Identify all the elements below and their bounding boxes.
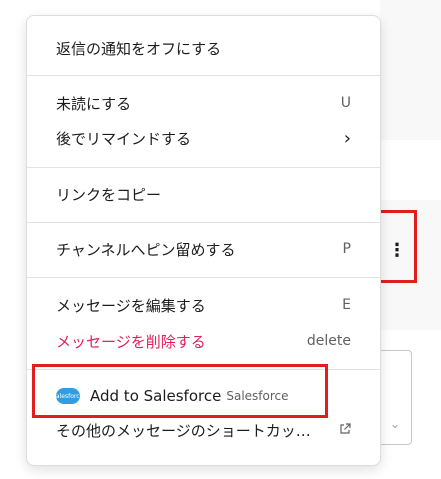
- menu-item-delete-message[interactable]: メッセージを削除する delete: [27, 326, 380, 356]
- menu-item-label: メッセージを削除する: [56, 332, 206, 351]
- shortcut-key: U: [340, 95, 351, 111]
- menu-divider: [27, 167, 380, 168]
- chevron-down-icon[interactable]: ⌄: [390, 417, 400, 431]
- shortcut-key: E: [342, 297, 351, 313]
- shortcut-key: P: [342, 241, 351, 257]
- menu-divider: [27, 222, 380, 223]
- shortcut-key: delete: [306, 333, 351, 349]
- highlight-box-more-actions: [377, 210, 417, 283]
- menu-item-label: メッセージを編集する: [56, 296, 206, 315]
- external-link-icon: [339, 422, 351, 438]
- background-panel-top: [380, 0, 441, 140]
- menu-item-label: 後でリマインドする: [56, 129, 192, 148]
- menu-item-remind-later[interactable]: 後でリマインドする ›: [27, 123, 380, 153]
- menu-item-copy-link[interactable]: リンクをコピー: [27, 179, 380, 209]
- menu-item-label: 未読にする: [56, 94, 132, 113]
- menu-divider: [27, 277, 380, 278]
- menu-item-label: リンクをコピー: [56, 185, 162, 204]
- menu-item-more-message-shortcuts[interactable]: その他のメッセージのショートカッ…: [27, 415, 380, 445]
- menu-item-label: チャンネルへピン留めする: [56, 240, 236, 259]
- menu-item-mark-unread[interactable]: 未読にする U: [27, 88, 380, 118]
- menu-item-label: 返信の通知をオフにする: [56, 39, 222, 58]
- menu-divider: [27, 75, 380, 76]
- menu-item-edit-message[interactable]: メッセージを編集する E: [27, 290, 380, 320]
- menu-item-pin-to-channel[interactable]: チャンネルへピン留めする P: [27, 234, 380, 264]
- menu-item-label: その他のメッセージのショートカッ…: [56, 421, 311, 440]
- menu-item-turn-off-reply-notifications[interactable]: 返信の通知をオフにする: [27, 33, 380, 63]
- chevron-right-icon: ›: [343, 127, 351, 149]
- highlight-box-add-to-salesforce: [32, 364, 328, 418]
